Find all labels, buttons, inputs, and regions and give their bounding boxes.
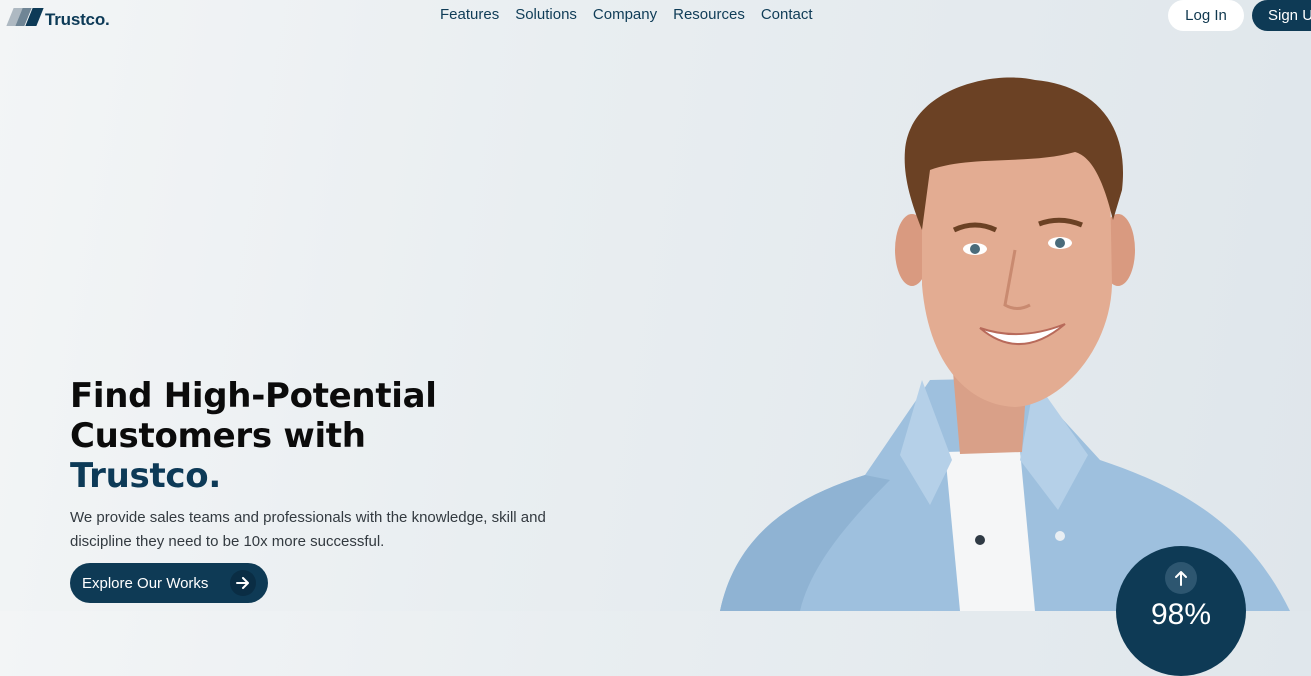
hero-title: Find High-Potential Customers with Trust… xyxy=(70,376,437,496)
logo[interactable]: Trustco. xyxy=(6,4,110,30)
nav-link-contact[interactable]: Contact xyxy=(761,6,813,23)
login-button[interactable]: Log In xyxy=(1168,0,1244,31)
nav-links: Features Solutions Company Resources Con… xyxy=(432,6,821,23)
explore-works-button[interactable]: Explore Our Works xyxy=(70,563,268,603)
logo-text: Trustco. xyxy=(45,10,110,29)
nav-link-resources[interactable]: Resources xyxy=(673,6,745,23)
nav-link-features[interactable]: Features xyxy=(440,6,499,23)
arrow-right-icon xyxy=(230,570,256,596)
arrow-up-icon xyxy=(1165,562,1197,594)
hero-title-line1: Find High-Potential xyxy=(70,376,437,416)
nav-link-solutions[interactable]: Solutions xyxy=(515,6,577,23)
navbar: Trustco. Features Solutions Company Reso… xyxy=(0,0,1311,46)
nav-link-company[interactable]: Company xyxy=(593,6,657,23)
hero-description: We provide sales teams and professionals… xyxy=(70,509,546,550)
logo-icon xyxy=(6,6,44,28)
hero-title-brand: Trustco. xyxy=(70,456,221,496)
stat-badge: 98% xyxy=(1116,546,1246,676)
explore-works-label: Explore Our Works xyxy=(82,574,209,592)
hero-title-line2: Customers with xyxy=(70,416,366,456)
hero-person-photo xyxy=(720,77,1290,611)
signup-button[interactable]: Sign Up xyxy=(1252,0,1311,31)
stat-value: 98% xyxy=(1150,598,1212,631)
